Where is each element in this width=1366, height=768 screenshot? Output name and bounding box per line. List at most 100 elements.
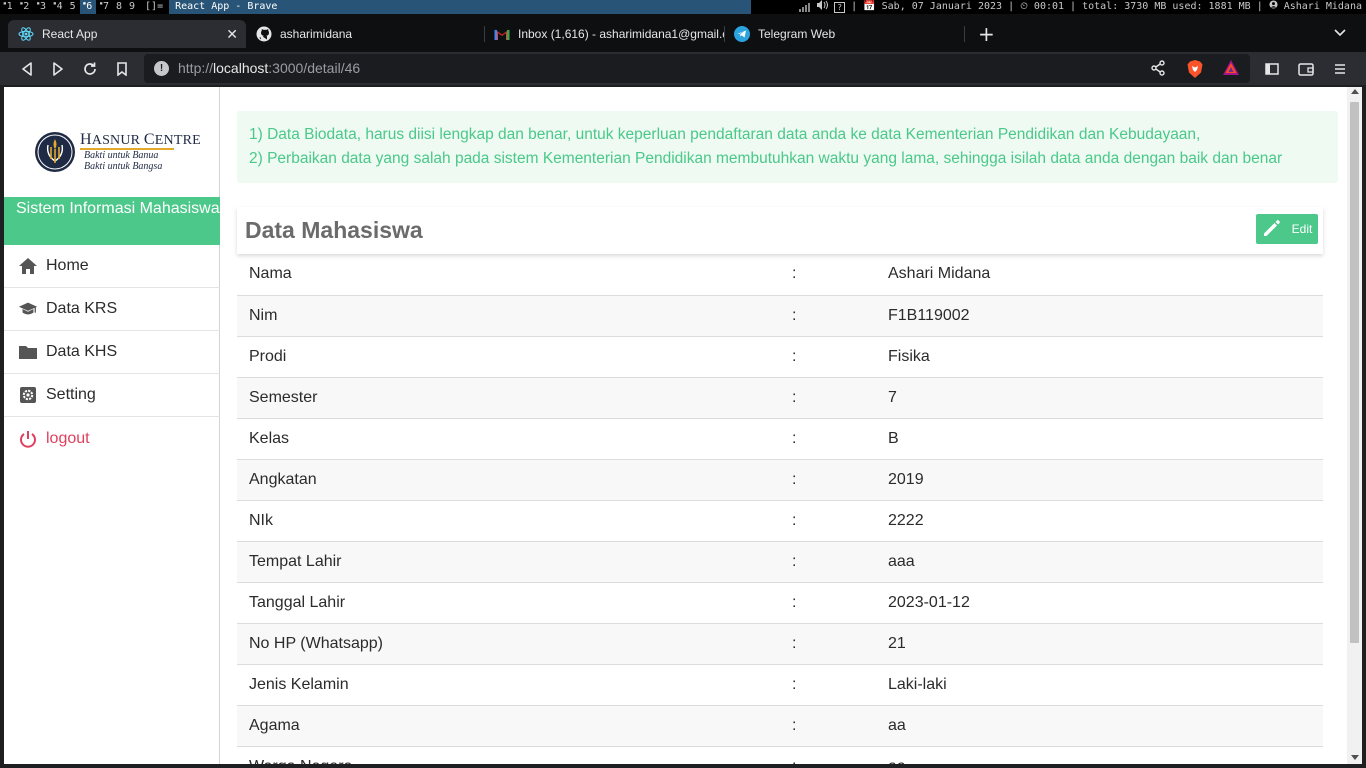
row-label: NIk: [249, 511, 273, 529]
row-label: Tempat Lahir: [249, 552, 342, 570]
help-icon[interactable]: ?: [834, 1, 846, 13]
logo-tagline-2: Bakti untuk Bangsa: [84, 161, 163, 172]
row-value: Ashari Midana: [888, 265, 991, 283]
home-icon: [18, 256, 38, 276]
row-label: Semester: [249, 388, 318, 406]
table-row: Nama: Ashari Midana: [237, 254, 1323, 295]
user-icon: [1269, 0, 1278, 14]
gmail-icon: [494, 26, 510, 42]
graduation-cap-icon: [18, 299, 38, 319]
site-info-icon[interactable]: !: [154, 61, 169, 76]
sidebar-item-home[interactable]: Home: [4, 245, 220, 288]
hasnur-centre-logo: HASNUR CENTRE Bakti untuk Banua Bakti un…: [34, 131, 201, 175]
workspace-2[interactable]: ▪2: [17, 0, 34, 14]
table-row: Jenis Kelamin: Laki-laki: [237, 664, 1323, 705]
close-tab-icon[interactable]: ✕: [226, 26, 238, 43]
workspace-9[interactable]: 9: [126, 0, 139, 14]
tab-label: Inbox (1,616) - asharimidana1@gmail.com: [518, 27, 724, 41]
brave-shields-icon[interactable]: [1186, 59, 1204, 83]
page-title: Data Mahasiswa: [245, 217, 423, 243]
edit-button[interactable]: Edit: [1256, 214, 1318, 244]
new-tab-button[interactable]: +: [978, 24, 995, 44]
layout-indicator[interactable]: []=: [139, 0, 169, 14]
table-row: No HP (Whatsapp): 21: [237, 623, 1323, 664]
logo-tagline-1: Bakti untuk Banua: [84, 150, 159, 161]
table-row: NIk: 2222: [237, 500, 1323, 541]
url-text[interactable]: http://localhost:3000/detail/46: [178, 60, 360, 76]
info-alert: 1) Data Biodata, harus diisi lengkap dan…: [237, 111, 1338, 183]
logo-emblem-icon: [35, 132, 75, 172]
telegram-icon: [734, 26, 750, 42]
focused-window-title: React App - Brave: [169, 0, 752, 14]
menu-icon[interactable]: [1329, 58, 1351, 80]
edit-button-label: Edit: [1291, 222, 1313, 236]
tab-telegram[interactable]: Telegram Web: [724, 20, 964, 48]
row-label: Nama: [249, 265, 292, 283]
address-bar[interactable]: ! http://localhost:3000/detail/46: [144, 54, 1250, 83]
card-header: Data Mahasiswa Edit: [237, 207, 1323, 254]
tab-gmail[interactable]: Inbox (1,616) - asharimidana1@gmail.com: [484, 20, 724, 48]
sidebar-item-setting[interactable]: Setting: [4, 374, 220, 417]
pencil-icon: [1262, 218, 1282, 241]
workspace-5[interactable]: 5: [67, 0, 80, 14]
sidebar: HASNUR CENTRE Bakti untuk Banua Bakti un…: [4, 87, 220, 764]
row-separator: :: [792, 429, 797, 447]
sidebar-item-logout[interactable]: logout: [4, 417, 220, 460]
signal-icon: [799, 2, 811, 12]
workspace-3[interactable]: ▪3: [33, 0, 50, 14]
scroll-down-arrow-icon[interactable]: [1351, 755, 1359, 760]
sidebar-item-label: Setting: [46, 386, 96, 403]
sidebar-item-data-khs[interactable]: Data KHS: [4, 331, 220, 374]
sidebar-item-label: Data KHS: [46, 343, 118, 360]
tab-react-app[interactable]: React App ✕: [8, 20, 246, 48]
system-status-bar: ▪1 ▪2 ▪3 ▪4 5 ▪6 ▪7 8 9 []= React App - …: [0, 0, 1366, 14]
react-icon: [18, 26, 34, 42]
row-separator: :: [792, 716, 797, 734]
gear-icon: [18, 385, 38, 405]
row-label: Jenis Kelamin: [249, 675, 349, 693]
row-separator: :: [792, 552, 797, 570]
sidebar-item-data-krs[interactable]: Data KRS: [4, 288, 220, 331]
workspace-1[interactable]: ▪1: [0, 0, 17, 14]
share-icon[interactable]: [1150, 60, 1166, 80]
sidebar-item-label: logout: [46, 429, 90, 447]
row-value: Fisika: [888, 347, 930, 365]
wallet-icon[interactable]: [1295, 58, 1317, 80]
row-separator: :: [792, 511, 797, 529]
table-row: Kelas: B: [237, 418, 1323, 459]
row-separator: :: [792, 675, 797, 693]
github-icon: [256, 26, 272, 42]
row-separator: :: [792, 388, 797, 406]
alert-line-2: 2) Perbaikan data yang salah pada sistem…: [249, 150, 1283, 167]
row-separator: :: [792, 593, 797, 611]
scroll-up-arrow-icon[interactable]: [1351, 89, 1359, 94]
back-button[interactable]: [16, 58, 38, 80]
row-value: Laki-laki: [888, 675, 947, 693]
workspace-7[interactable]: ▪7: [96, 0, 113, 14]
page-scrollbar[interactable]: [1347, 87, 1362, 764]
row-separator: :: [792, 347, 797, 365]
workspace-6-active[interactable]: ▪6: [79, 0, 97, 14]
bookmark-icon[interactable]: [111, 58, 133, 80]
row-separator: :: [792, 634, 797, 652]
row-value: 2019: [888, 470, 924, 488]
row-value: aa: [888, 746, 1323, 765]
workspace-8[interactable]: 8: [113, 0, 126, 14]
sidebar-item-label: Home: [46, 257, 89, 274]
logo-brand-text: HASNUR CENTRE: [80, 131, 201, 148]
workspace-4[interactable]: ▪4: [50, 0, 67, 14]
brave-rewards-icon[interactable]: [1222, 59, 1240, 81]
tab-github[interactable]: asharimidana: [246, 20, 484, 48]
tab-list-chevron-icon[interactable]: [1334, 26, 1346, 40]
row-separator: :: [792, 306, 797, 324]
sidebar-toggle-icon[interactable]: [1261, 58, 1283, 80]
status-text: | 📅 Sab, 07 Januari 2023 | ⏲ 00:01 | tot…: [851, 1, 1263, 12]
scrollbar-thumb[interactable]: [1350, 102, 1359, 643]
volume-icon[interactable]: [816, 0, 829, 14]
forward-button[interactable]: [47, 58, 69, 80]
reload-button[interactable]: [79, 58, 101, 80]
row-label: Warga Negara: [237, 746, 792, 765]
folder-icon: [18, 342, 38, 362]
row-value: 7: [888, 388, 897, 406]
tab-label: React App: [42, 27, 98, 41]
